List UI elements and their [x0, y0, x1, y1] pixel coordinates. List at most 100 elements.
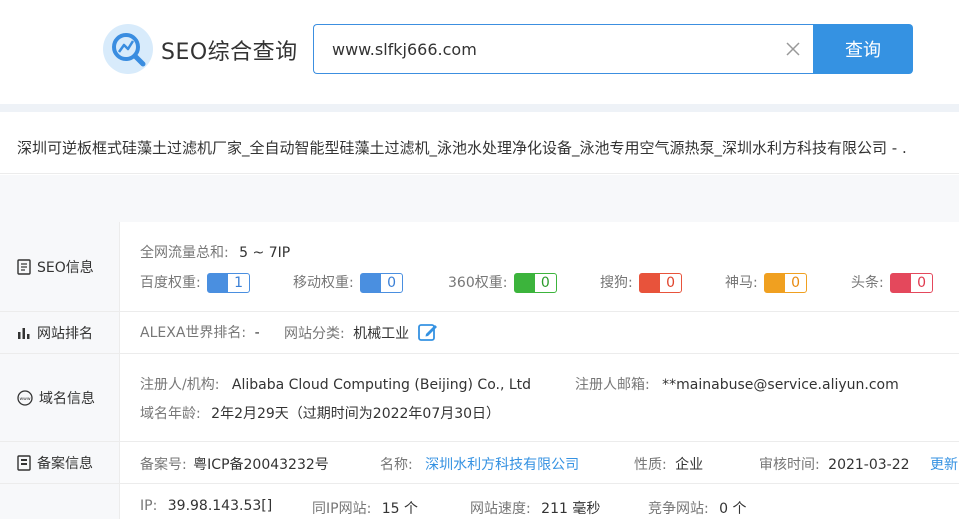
site-title-row: 深圳可逆板框式硅藻土过滤机厂家_全自动智能型硅藻土过滤机_泳池水处理净化设备_泳… — [0, 120, 959, 174]
baidu-weight-label: 百度权重: — [140, 275, 201, 291]
ip-label: IP: — [140, 498, 158, 514]
alexa-value: - — [254, 325, 260, 341]
header: SEO综合查询 查询 — [0, 0, 959, 112]
registrant: 注册人/机构: Alibaba Cloud Computing (Beijing… — [140, 374, 531, 394]
360-weight-value: 0 — [540, 275, 550, 291]
competitor-sites: 竞争网站: 0 个 — [648, 498, 747, 518]
domain-info-label-cell: www 域名信息 — [0, 354, 120, 441]
same-ip-value: 15 个 — [381, 501, 419, 517]
ranking-row: 网站排名 ALEXA世界排名: - 网站分类: 机械工业 — [0, 312, 959, 354]
mobile-weight-value: 0 — [387, 275, 397, 291]
360-weight-label: 360权重: — [448, 275, 508, 291]
domain-info-label: 域名信息 — [39, 390, 95, 407]
ranking-label-cell: 网站排名 — [0, 312, 120, 353]
edit-icon[interactable] — [417, 322, 438, 346]
site-speed: 网站速度: 211 毫秒 — [470, 498, 600, 518]
compete-value: 0 个 — [719, 501, 747, 517]
age-label: 域名年龄: — [140, 406, 201, 422]
server-info-row: IP: 39.98.143.53[] 同IP网站: 15 个 网站速度: 211… — [0, 484, 959, 519]
mobile-weight: 移动权重: 0 — [293, 272, 404, 293]
icp-info-label: 备案信息 — [37, 455, 93, 472]
sogou-weight-badge[interactable]: 0 — [639, 273, 683, 293]
baidu-weight-badge[interactable]: 1 — [207, 273, 251, 293]
search-button[interactable]: 查询 — [813, 24, 913, 74]
www-globe-icon: www — [17, 389, 33, 406]
svg-text:www: www — [19, 397, 30, 402]
document-icon — [17, 258, 31, 275]
toutiao-weight-value: 0 — [917, 275, 927, 291]
email-value: **mainabuse@service.aliyun.com — [662, 377, 899, 393]
traffic-label: 全网流量总和: — [140, 245, 229, 261]
icp-info-row: 备案信息 备案号: 粤ICP备20043232号 名称: 深圳水利方科技有限公司… — [0, 442, 959, 484]
icp-review-time: 审核时间: 2021-03-22 — [759, 454, 910, 474]
shenma-weight-value: 0 — [791, 275, 801, 291]
registrant-label: 注册人/机构: — [140, 377, 220, 393]
toutiao-weight: 头条: 0 — [851, 272, 934, 293]
icp-nature-value: 企业 — [675, 457, 704, 473]
360-weight: 360权重: 0 — [448, 272, 557, 293]
speed-value: 211 毫秒 — [541, 501, 601, 517]
toutiao-logo-icon — [891, 274, 912, 292]
sogou-weight: 搜狗: 0 — [600, 272, 683, 293]
same-ip-sites: 同IP网站: 15 个 — [312, 498, 418, 518]
icp-nature-label: 性质: — [634, 457, 667, 473]
registrant-value: Alibaba Cloud Computing (Beijing) Co., L… — [231, 377, 532, 393]
icp-number: 备案号: 粤ICP备20043232号 — [140, 454, 329, 474]
category-value: 机械工业 — [353, 326, 410, 342]
baidu-weight: 百度权重: 1 — [140, 272, 251, 293]
email-label: 注册人邮箱: — [575, 377, 650, 393]
seo-info-row: SEO信息 全网流量总和: 5 ~ 7IP 百度权重: 1 移动权重: 0 36… — [0, 222, 959, 312]
alexa-rank: ALEXA世界排名: - — [140, 322, 260, 342]
icp-info-label-cell: 备案信息 — [0, 442, 120, 483]
icp-nature: 性质: 企业 — [634, 454, 703, 474]
toutiao-weight-label: 头条: — [851, 275, 884, 291]
seo-logo-icon[interactable] — [103, 24, 153, 74]
section-spacer — [0, 175, 959, 222]
site-title: 深圳可逆板框式硅藻土过滤机厂家_全自动智能型硅藻土过滤机_泳池水处理净化设备_泳… — [17, 139, 907, 157]
alexa-label: ALEXA世界排名: — [140, 325, 247, 341]
shenma-weight-label: 神马: — [725, 275, 758, 291]
traffic-value: 5 ~ 7IP — [239, 245, 291, 261]
domain-age: 域名年龄: 2年2月29天（过期时间为2022年07月30日） — [140, 403, 500, 423]
shenma-weight: 神马: 0 — [725, 272, 808, 293]
server-info-label-cell — [0, 484, 120, 519]
clear-icon[interactable] — [784, 40, 802, 58]
icp-number-label: 备案号: — [140, 457, 187, 473]
toutiao-weight-badge[interactable]: 0 — [890, 273, 934, 293]
record-icon — [17, 454, 31, 471]
mobile-weight-badge[interactable]: 0 — [360, 273, 404, 293]
shenma-weight-badge[interactable]: 0 — [764, 273, 808, 293]
icp-name: 名称: 深圳水利方科技有限公司 — [380, 454, 579, 474]
search-input[interactable] — [332, 25, 772, 73]
sogou-weight-label: 搜狗: — [600, 275, 633, 291]
baidu-paw-icon — [208, 274, 229, 292]
bar-chart-icon — [18, 327, 30, 339]
server-ip: IP: 39.98.143.53[] — [140, 498, 272, 514]
site-category: 网站分类: 机械工业 — [284, 322, 438, 346]
mobile-weight-label: 移动权重: — [293, 275, 354, 291]
sogou-logo-icon — [640, 274, 661, 292]
icp-review-label: 审核时间: — [759, 457, 820, 473]
age-value: 2年2月29天（过期时间为2022年07月30日） — [211, 406, 501, 422]
speed-label: 网站速度: — [470, 501, 531, 517]
icp-name-label: 名称: — [380, 457, 413, 473]
360-weight-badge[interactable]: 0 — [513, 273, 557, 293]
sogou-weight-value: 0 — [666, 275, 676, 291]
traffic-summary: 全网流量总和: 5 ~ 7IP — [140, 242, 290, 262]
registrant-email: 注册人邮箱: **mainabuse@service.aliyun.com — [575, 374, 899, 394]
baidu-weight-value: 1 — [234, 275, 244, 291]
icp-update-link[interactable]: 更新 — [930, 454, 958, 474]
ip-value: 39.98.143.53[] — [167, 498, 273, 514]
icp-number-value: 粤ICP备20043232号 — [193, 457, 329, 473]
category-label: 网站分类: — [284, 326, 345, 342]
same-ip-label: 同IP网站: — [312, 501, 372, 517]
seo-info-label-cell: SEO信息 — [0, 222, 120, 311]
seo-info-label: SEO信息 — [37, 259, 94, 276]
icp-name-link[interactable]: 深圳水利方科技有限公司 — [425, 457, 579, 473]
domain-info-row: www 域名信息 注册人/机构: Alibaba Cloud Computing… — [0, 354, 959, 442]
360-logo-icon — [514, 274, 535, 292]
compete-label: 竞争网站: — [648, 501, 709, 517]
icp-review-value: 2021-03-22 — [828, 457, 910, 473]
mobile-paw-icon — [361, 274, 382, 292]
ranking-label: 网站排名 — [37, 325, 93, 342]
